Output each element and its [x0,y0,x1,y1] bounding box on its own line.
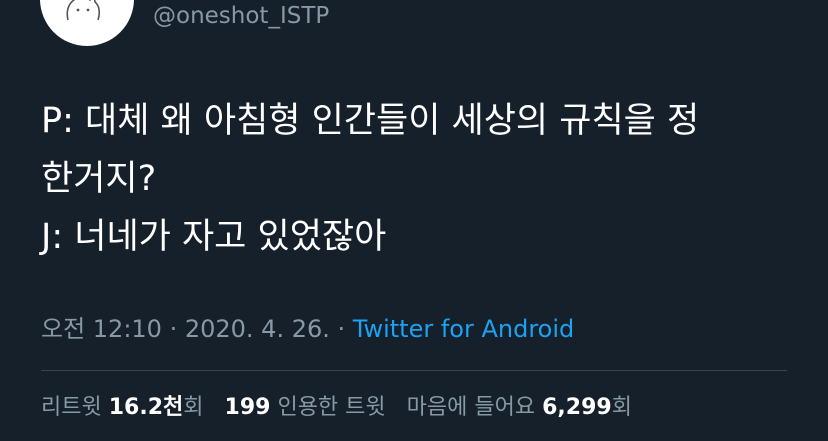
separator: · [329,315,353,343]
cat-doodle-icon [66,0,101,21]
tweet-line: 한거지? [41,159,157,199]
retweets-label: 리트윗 [41,395,102,420]
tweet-text: P: 대체 왜 아침형 인간들이 세상의 규칙을 정 한거지? J: 너네가 자… [41,92,801,266]
separator: · [161,315,185,343]
tweet-source-link[interactable]: Twitter for Android [353,315,574,343]
tweet-line: J: 너네가 자고 있었잖아 [41,217,387,257]
divider [41,370,787,371]
avatar[interactable] [40,0,134,46]
quotes-stat[interactable]: 199 인용한 트윗 [225,395,386,420]
engagement-stats: 리트윗 16.2천회 199 인용한 트윗 마음에 들어요 6,299회 [41,390,646,426]
tweet-meta: 오전 12:10 · 2020. 4. 26. · Twitter for An… [41,311,574,347]
likes-count: 6,299 [542,395,612,420]
retweets-suffix: 회 [183,395,204,420]
tweet-time[interactable]: 오전 12:10 [41,315,162,343]
quotes-label: 인용한 트윗 [277,395,386,420]
tweet-date[interactable]: 2020. 4. 26. [185,315,330,343]
retweets-count: 16.2천 [108,395,184,420]
likes-suffix: 회 [611,395,632,420]
likes-stat[interactable]: 마음에 들어요 6,299회 [407,395,632,420]
tweet-line: P: 대체 왜 아침형 인간들이 세상의 규칙을 정 [41,101,700,141]
likes-label: 마음에 들어요 [406,395,536,420]
user-handle[interactable]: @oneshot_ISTP [153,1,329,31]
quotes-count: 199 [224,395,271,420]
retweets-stat[interactable]: 리트윗 16.2천회 [41,395,204,420]
